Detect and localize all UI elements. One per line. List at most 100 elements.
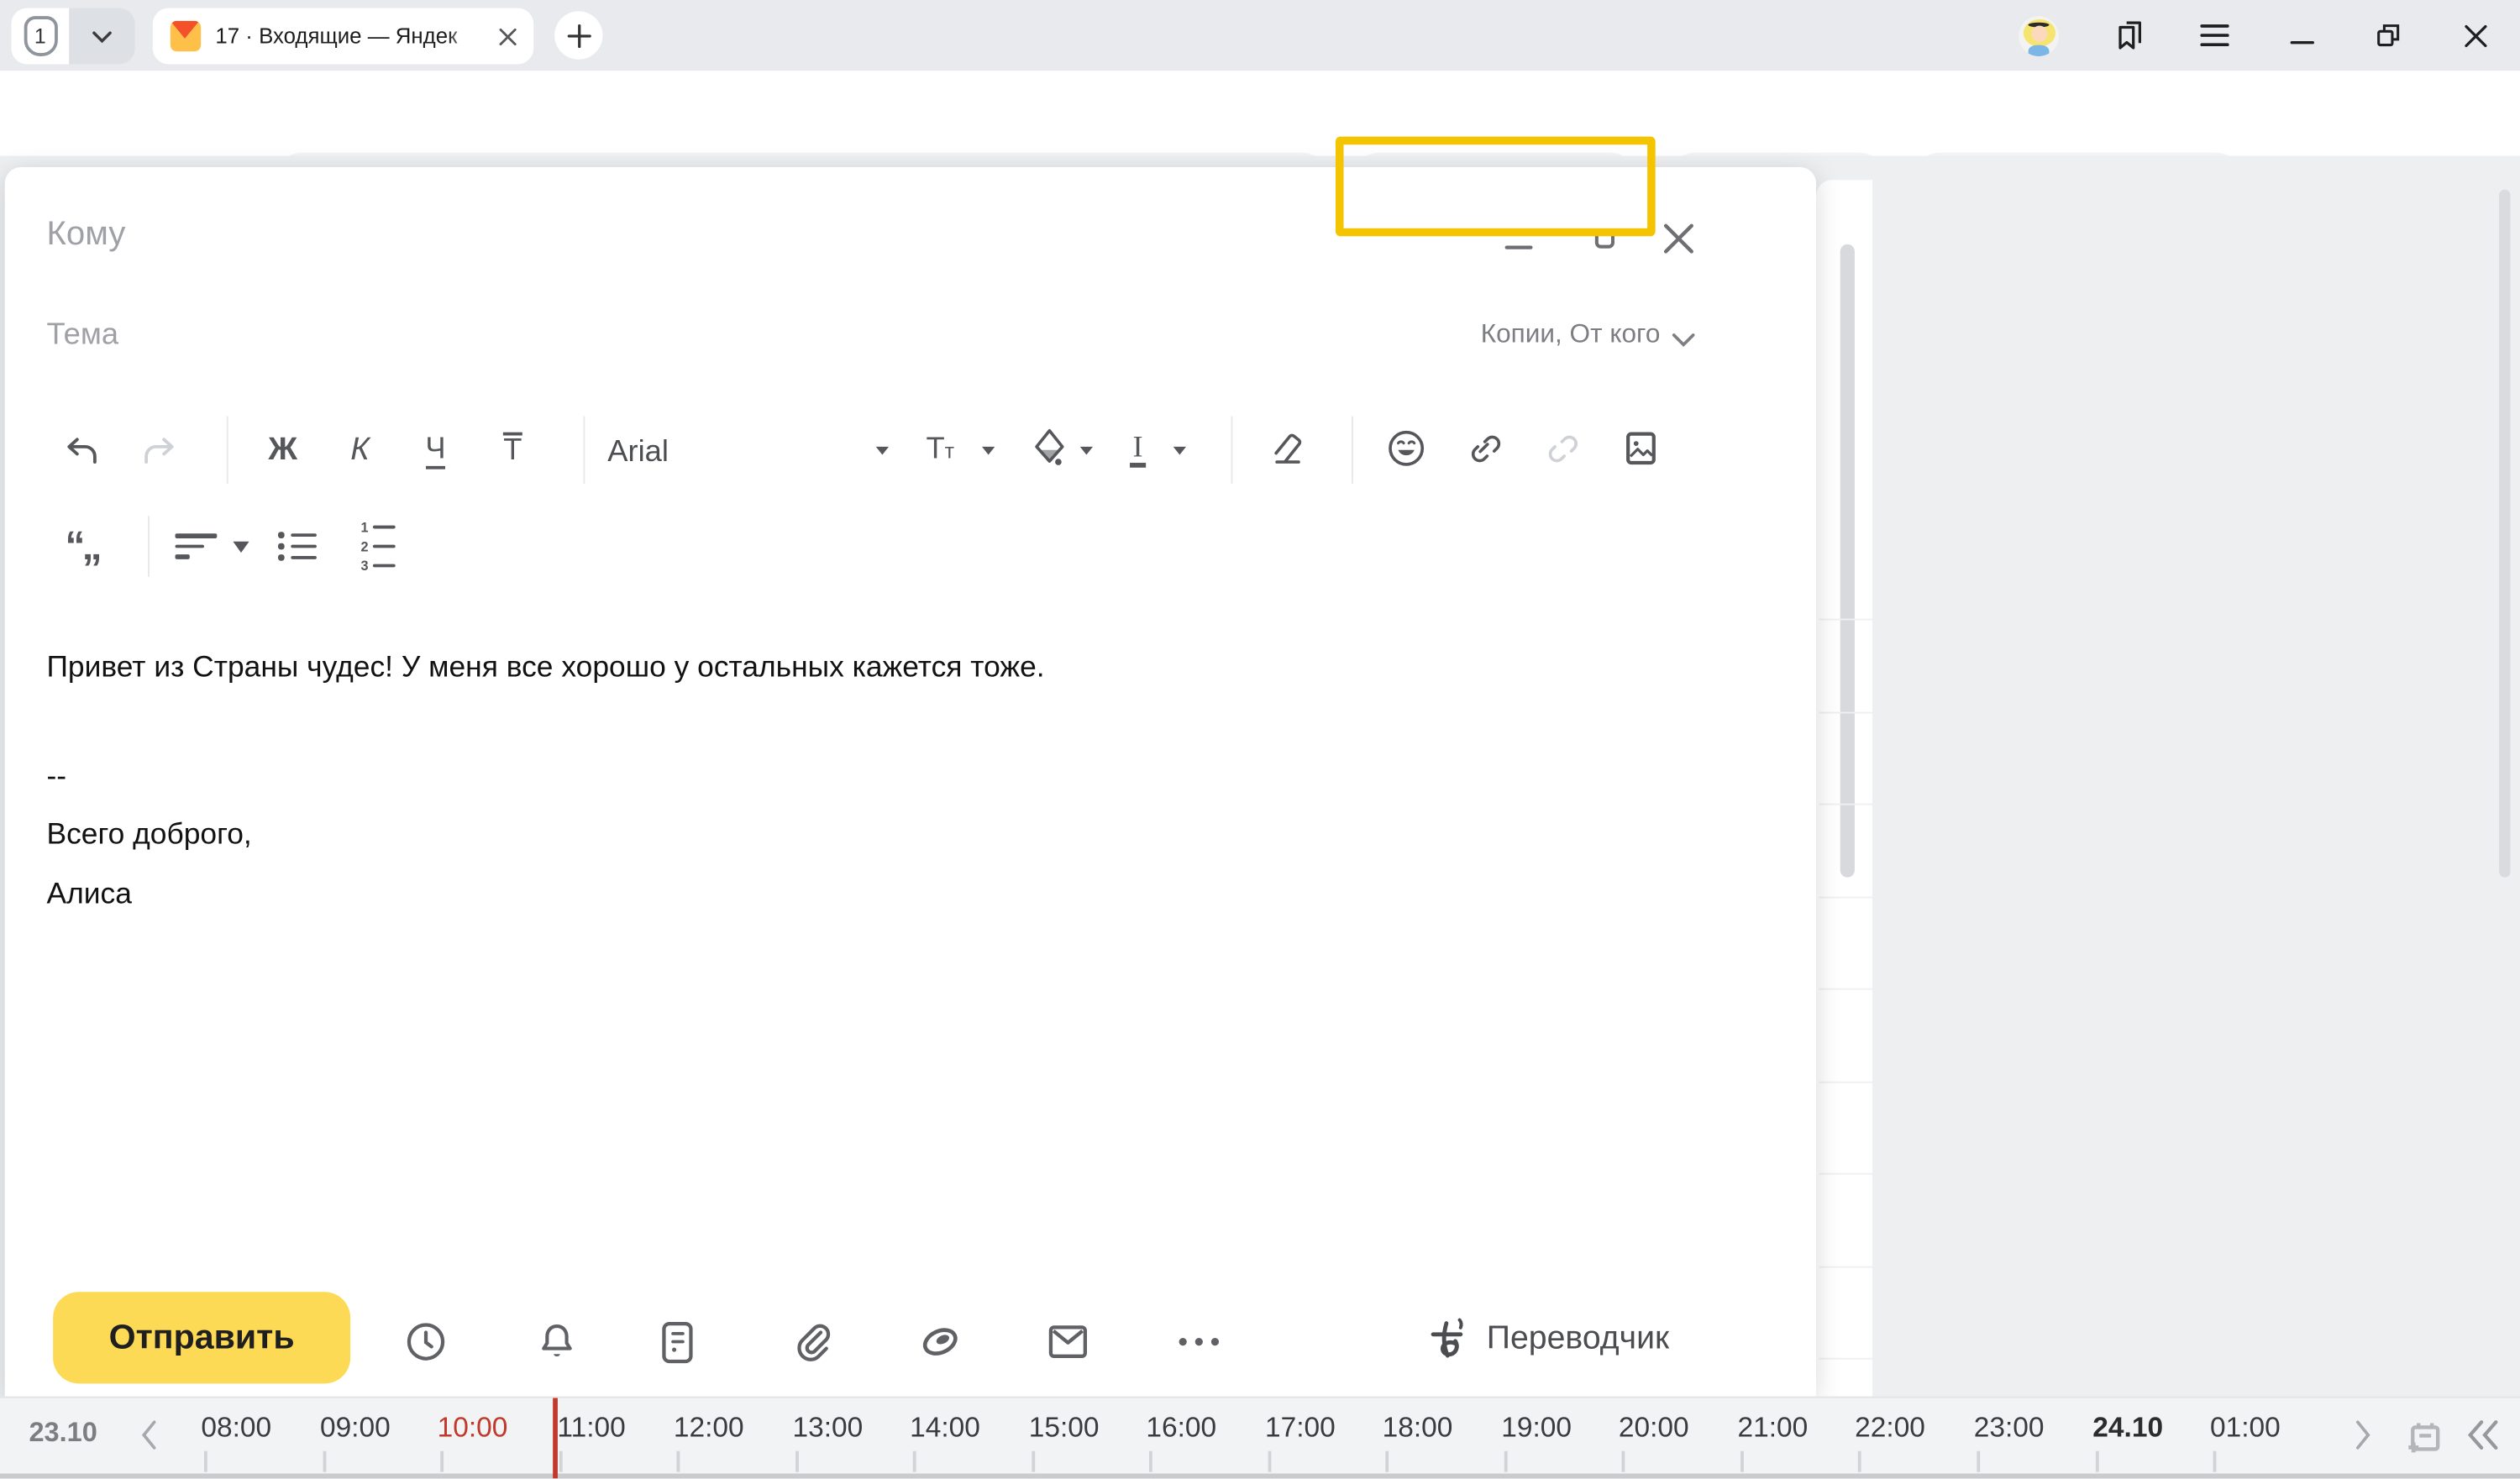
timeline-time[interactable]: 11:00	[557, 1411, 625, 1445]
timeline-mid-date[interactable]: 24.10	[2092, 1411, 2163, 1445]
strikethrough-button[interactable]: Т	[491, 427, 536, 473]
send-button[interactable]: Отправить	[53, 1292, 350, 1383]
align-button[interactable]	[172, 524, 220, 569]
quote-glyph: “„	[65, 523, 98, 569]
schedule-send-button[interactable]	[402, 1318, 449, 1366]
email-body-line[interactable]: Привет из Страны чудес! У меня все хорош…	[46, 649, 1044, 684]
align-caret-icon[interactable]	[230, 537, 253, 556]
profile-avatar[interactable]	[2019, 16, 2059, 56]
text-color-button[interactable]: I	[1116, 427, 1161, 473]
emoji-smile-icon	[1385, 427, 1427, 469]
bullet-list-button[interactable]	[271, 521, 323, 572]
timeline-time[interactable]: 18:00	[1383, 1411, 1453, 1445]
timeline-time-current[interactable]: 10:00	[438, 1411, 508, 1445]
undo-icon	[64, 436, 97, 464]
underline-glyph: Ч	[425, 432, 445, 469]
active-tab[interactable]: 17 · Входящие — Яндек	[153, 8, 533, 65]
timeline-calendar-button[interactable]	[2401, 1414, 2446, 1460]
highlight-color-button[interactable]	[1027, 424, 1073, 472]
timeline-time[interactable]: 22:00	[1855, 1411, 1925, 1445]
timeline-time[interactable]: 21:00	[1737, 1411, 1808, 1445]
new-tab-button[interactable]	[554, 11, 602, 59]
message-options-button[interactable]	[1043, 1318, 1091, 1366]
stamp-button[interactable]	[916, 1318, 964, 1366]
bookmarks-panel-button[interactable]	[2110, 0, 2149, 71]
timeline-tick	[204, 1451, 207, 1472]
timeline-time[interactable]: 19:00	[1501, 1411, 1572, 1445]
hamburger-menu-icon	[2200, 24, 2229, 47]
translator-label[interactable]: Переводчик	[1487, 1319, 1669, 1358]
window-close-button[interactable]	[2459, 0, 2491, 71]
font-family-caret-icon[interactable]	[873, 440, 892, 459]
subject-field[interactable]: Тема	[46, 318, 118, 354]
chevron-left-icon	[139, 1419, 157, 1450]
window-minimize-button[interactable]	[2286, 0, 2318, 71]
italic-button[interactable]: К	[338, 427, 383, 473]
timeline-tick	[323, 1451, 326, 1472]
close-icon	[2463, 24, 2487, 48]
templates-button[interactable]	[653, 1318, 701, 1366]
timeline-time[interactable]: 20:00	[1619, 1411, 1689, 1445]
browser-menu-button[interactable]	[2196, 0, 2234, 71]
timeline-time[interactable]: 01:00	[2210, 1411, 2281, 1445]
tab-list-dropdown-button[interactable]	[69, 8, 134, 65]
strikethrough-glyph: Т	[503, 433, 522, 468]
mail-list-scrollbar[interactable]	[1840, 244, 1855, 878]
timeline-time[interactable]: 12:00	[674, 1411, 744, 1445]
tab-counter-button[interactable]: 1	[11, 8, 69, 65]
text-color-caret-icon[interactable]	[1170, 440, 1189, 459]
undo-button[interactable]	[58, 427, 103, 473]
timeline-prev-button[interactable]	[135, 1414, 161, 1456]
to-field[interactable]: Кому	[46, 215, 125, 254]
timeline-time[interactable]: 08:00	[201, 1411, 271, 1445]
browser-window: 1 17 · Входящие — Яндек	[0, 0, 2520, 1478]
timeline-tick	[1385, 1451, 1388, 1472]
divider	[1352, 417, 1353, 484]
bold-button[interactable]: Ж	[260, 427, 306, 473]
remove-link-button[interactable]	[1536, 424, 1584, 472]
notify-button[interactable]	[532, 1318, 580, 1366]
email-signature-name[interactable]: Алиса	[46, 876, 131, 911]
attach-file-button[interactable]	[789, 1318, 837, 1366]
numbered-list-button[interactable]: 1 2 3	[352, 521, 403, 572]
window-restore-button[interactable]	[2372, 0, 2404, 71]
bullet-list-icon	[279, 527, 317, 566]
timeline-time[interactable]: 16:00	[1146, 1411, 1216, 1445]
compose-close-button[interactable]	[1659, 218, 1698, 257]
timeline-collapse-button[interactable]	[2462, 1414, 2504, 1456]
more-actions-button[interactable]	[1172, 1318, 1226, 1366]
timeline-next-button[interactable]	[2349, 1414, 2376, 1456]
cc-from-chevron-icon[interactable]	[1670, 326, 1696, 352]
tab-close-icon[interactable]	[493, 23, 521, 50]
email-signature-line[interactable]: Всего доброго,	[46, 816, 251, 852]
timeline-time[interactable]: 13:00	[792, 1411, 863, 1445]
ellipsis-icon	[1177, 1335, 1222, 1348]
timeline-tick	[1622, 1451, 1625, 1472]
timeline-time[interactable]: 09:00	[320, 1411, 391, 1445]
insert-image-button[interactable]	[1617, 424, 1665, 472]
page-scrollbar[interactable]	[2499, 190, 2510, 878]
insert-link-button[interactable]	[1459, 424, 1507, 472]
font-size-caret-icon[interactable]	[979, 440, 998, 459]
divider	[227, 417, 228, 484]
clear-formatting-button[interactable]	[1263, 424, 1311, 472]
font-family-select[interactable]: Arial	[607, 436, 669, 471]
translator-button[interactable]	[1422, 1313, 1473, 1367]
timeline-time[interactable]: 14:00	[910, 1411, 980, 1445]
redo-button[interactable]	[137, 427, 182, 473]
email-signature-separator[interactable]: --	[46, 758, 66, 794]
emoji-button[interactable]	[1382, 424, 1430, 472]
timeline-time[interactable]: 17:00	[1265, 1411, 1336, 1445]
font-size-button[interactable]: Тт	[908, 427, 973, 473]
highlight-color-caret-icon[interactable]	[1077, 440, 1096, 459]
timeline-time[interactable]: 15:00	[1029, 1411, 1100, 1445]
timeline-tick	[440, 1451, 443, 1472]
timeline-time[interactable]: 23:00	[1974, 1411, 2045, 1445]
compose-minimize-button[interactable]	[1501, 225, 1536, 254]
mail-row-divider	[1819, 989, 1872, 990]
cc-from-toggle[interactable]: Копии, От кого	[1290, 320, 1660, 350]
underline-button[interactable]: Ч	[413, 427, 459, 473]
blockquote-button[interactable]: “„	[46, 524, 117, 569]
text-color-glyph: I	[1130, 433, 1147, 468]
compose-expand-button[interactable]	[1593, 227, 1615, 249]
